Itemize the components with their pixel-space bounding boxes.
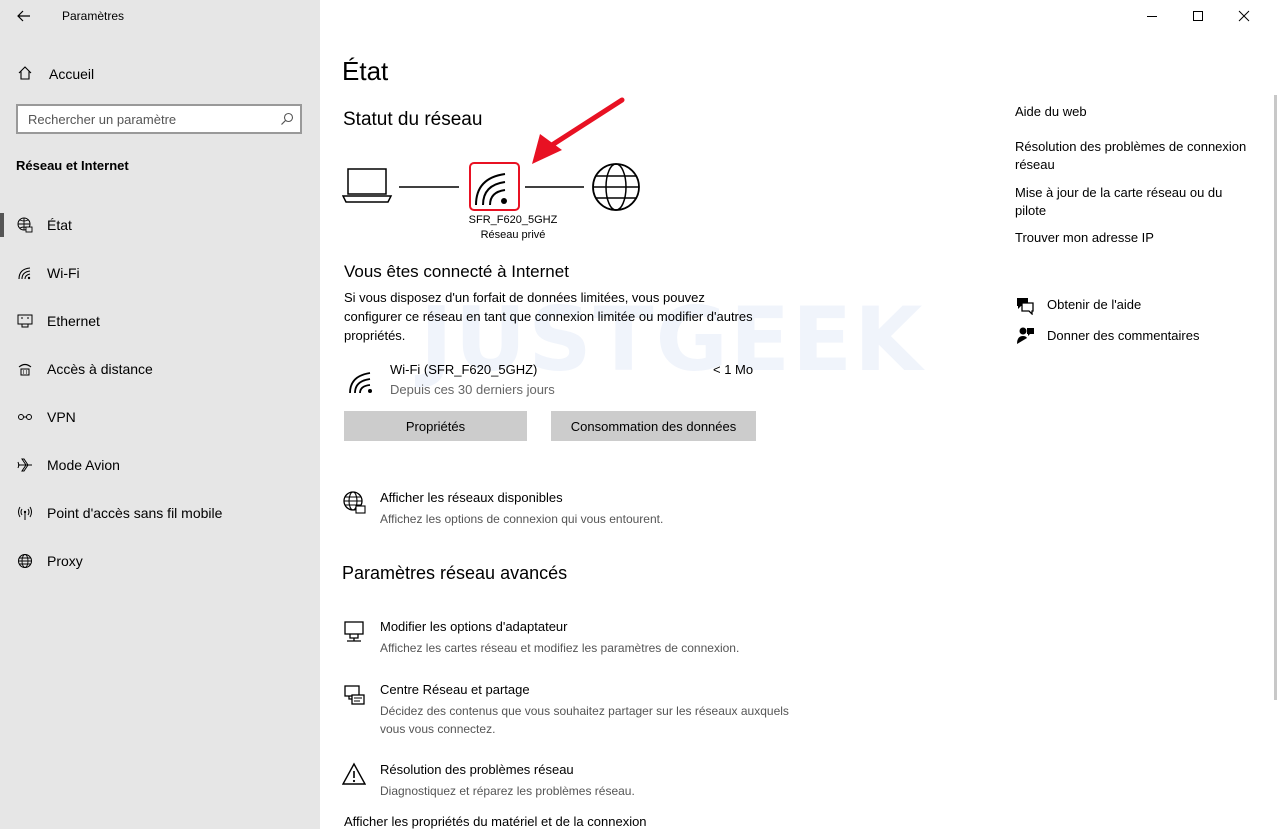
feedback-link[interactable]: Donner des commentaires (1015, 324, 1255, 348)
page-title: État (342, 56, 389, 86)
sidebar-item-label: Point d'accès sans fil mobile (47, 505, 223, 521)
globe-network-icon (17, 217, 33, 233)
network-name-label: SFR_F620_5GHZ Réseau privé (447, 213, 579, 243)
sidebar-home[interactable]: Accueil (0, 58, 320, 88)
web-help-title: Aide du web (1015, 104, 1087, 119)
scrollbar[interactable] (1274, 95, 1277, 700)
troubleshoot-title: Résolution des problèmes réseau (380, 762, 574, 777)
laptop-icon (341, 168, 393, 203)
warning-icon (342, 762, 366, 785)
usage-connection-name: Wi-Fi (SFR_F620_5GHZ) (390, 362, 538, 377)
troubleshoot-desc: Diagnostiquez et réparez les problèmes r… (380, 784, 635, 798)
adapter-icon (344, 621, 364, 642)
adapter-options-desc: Affichez les cartes réseau et modifiez l… (380, 641, 740, 655)
back-button[interactable] (10, 4, 38, 28)
get-help-label: Obtenir de l'aide (1047, 297, 1142, 312)
search-icon[interactable] (280, 112, 294, 126)
properties-button[interactable]: Propriétés (344, 411, 527, 441)
network-type: Réseau privé (480, 229, 546, 241)
sidebar-item-proxy[interactable]: Proxy (0, 537, 320, 585)
dial-up-icon (18, 363, 32, 376)
back-arrow-icon (17, 10, 30, 22)
red-arrow-annotation (532, 97, 625, 164)
sidebar-nav: État Wi-Fi Ethernet Accès à distance VPN… (0, 201, 320, 585)
connected-title: Vous êtes connecté à Internet (344, 262, 569, 281)
sidebar-section-title: Réseau et Internet (16, 158, 129, 173)
sidebar-item-label: État (47, 217, 72, 233)
help-link-troubleshoot[interactable]: Résolution des problèmes de connexion ré… (1015, 138, 1247, 174)
connected-description: Si vous disposez d'un forfait de données… (344, 290, 753, 343)
network-sharing-center-desc: Décidez des contenus que vous souhaitez … (380, 704, 789, 736)
vpn-icon (18, 414, 32, 420)
feedback-icon (1017, 327, 1034, 344)
sidebar-item-label: Wi-Fi (47, 265, 80, 281)
sidebar-item-label: VPN (47, 409, 76, 425)
sidebar-item-label: Proxy (47, 553, 83, 569)
network-name: SFR_F620_5GHZ (468, 214, 558, 226)
adapter-options-title: Modifier les options d'adaptateur (380, 619, 568, 634)
usage-amount: < 1 Mo (713, 362, 754, 377)
ethernet-icon (17, 314, 33, 328)
advanced-settings-heading: Paramètres réseau avancés (342, 563, 568, 583)
sidebar-item-vpn[interactable]: VPN (0, 393, 320, 441)
sidebar-item-label: Accès à distance (47, 361, 153, 377)
sidebar-home-label: Accueil (49, 66, 95, 82)
sidebar-item-wifi[interactable]: Wi-Fi (0, 249, 320, 297)
network-sharing-center-link[interactable]: Centre Réseau et partage Décidez des con… (342, 682, 802, 738)
data-usage-row: Wi-Fi (SFR_F620_5GHZ) Depuis ces 30 dern… (344, 360, 764, 400)
help-link-driver-update[interactable]: Mise à jour de la carte réseau ou du pil… (1015, 184, 1247, 220)
adapter-options-link[interactable]: Modifier les options d'adaptateur Affich… (342, 619, 802, 659)
troubleshoot-link[interactable]: Résolution des problèmes réseau Diagnost… (342, 762, 802, 802)
get-help-link[interactable]: Obtenir de l'aide (1015, 293, 1255, 317)
search-input[interactable] (18, 106, 278, 132)
globe-icon (18, 554, 32, 568)
sharing-icon (344, 685, 365, 705)
search-box (16, 104, 302, 134)
wifi-icon (349, 372, 372, 394)
wifi-icon (18, 267, 31, 280)
feedback-label: Donner des commentaires (1047, 328, 1200, 343)
sidebar-item-acces-distance[interactable]: Accès à distance (0, 345, 320, 393)
data-usage-button[interactable]: Consommation des données (551, 411, 756, 441)
network-sharing-center-title: Centre Réseau et partage (380, 682, 530, 697)
hardware-properties-link[interactable]: Afficher les propriétés du matériel et d… (344, 814, 647, 829)
available-networks-link[interactable]: Afficher les réseaux disponibles Affiche… (342, 490, 802, 530)
available-networks-desc: Affichez les options de connexion qui vo… (380, 512, 664, 526)
sidebar-item-label: Ethernet (47, 313, 100, 329)
main-content: État Statut du réseau SFR_F620_5GHZ Rése… (320, 0, 1279, 829)
airplane-icon (17, 458, 32, 472)
sidebar-item-mode-avion[interactable]: Mode Avion (0, 441, 320, 489)
sidebar-item-etat[interactable]: État (0, 201, 320, 249)
sidebar: Paramètres Accueil Réseau et Internet Ét… (0, 0, 320, 829)
hotspot-icon (18, 506, 32, 520)
app-title: Paramètres (62, 9, 125, 23)
globe-network-icon (343, 491, 366, 514)
help-chat-icon (1017, 298, 1034, 315)
available-networks-title: Afficher les réseaux disponibles (380, 490, 563, 505)
help-link-find-ip[interactable]: Trouver mon adresse IP (1015, 229, 1247, 247)
home-icon (18, 66, 32, 80)
sidebar-item-hotspot[interactable]: Point d'accès sans fil mobile (0, 489, 320, 537)
sidebar-item-ethernet[interactable]: Ethernet (0, 297, 320, 345)
network-status-heading: Statut du réseau (343, 109, 483, 130)
usage-period: Depuis ces 30 derniers jours (390, 382, 555, 397)
sidebar-item-label: Mode Avion (47, 457, 120, 473)
